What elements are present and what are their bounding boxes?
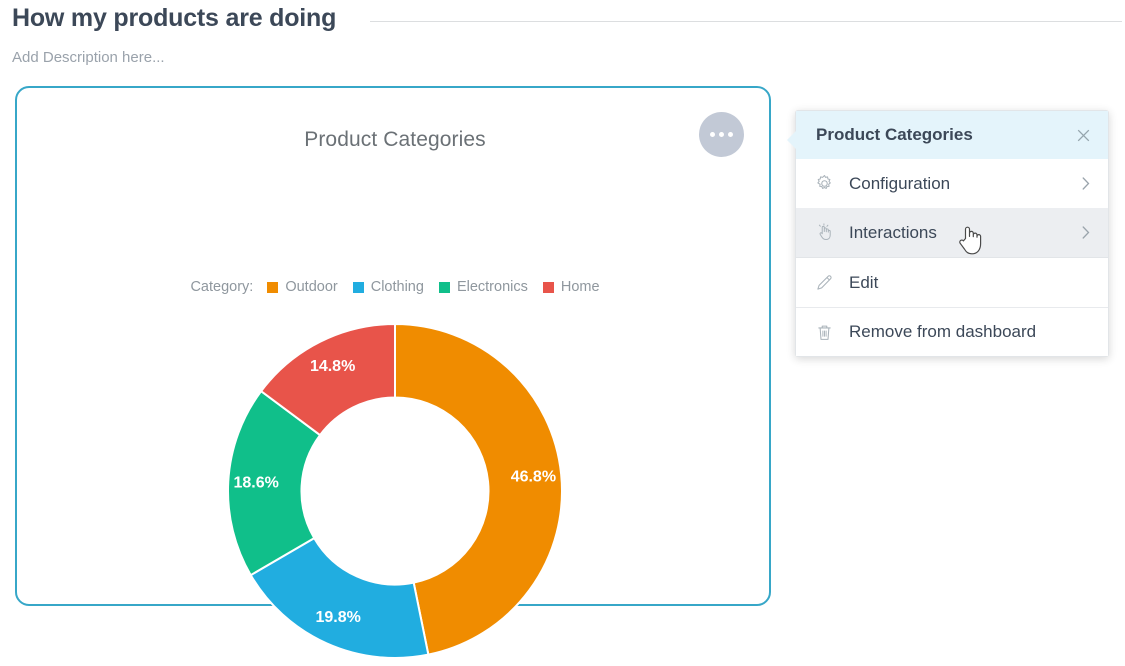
more-options-button[interactable]: [699, 112, 744, 157]
page-title: How my products are doing: [12, 4, 336, 33]
pencil-icon: [810, 273, 838, 292]
ellipsis-dot: [728, 132, 733, 137]
menu-label-interactions: Interactions: [849, 223, 1080, 243]
menu-label-remove-from-dashboard: Remove from dashboard: [849, 322, 1080, 342]
menu-label-edit: Edit: [849, 273, 1080, 293]
popup-pointer-arrow: [787, 131, 796, 149]
menu-item-remove-from-dashboard[interactable]: Remove from dashboard: [796, 307, 1108, 356]
page-description[interactable]: Add Description here...: [12, 49, 165, 66]
donut-slice-outdoor[interactable]: [395, 324, 562, 655]
donut-chart: 46.8% 19.8% 18.6% 14.8%: [17, 316, 773, 666]
legend-swatch-electronics: [439, 282, 450, 293]
close-icon[interactable]: [1072, 124, 1094, 146]
chevron-right-icon: [1080, 177, 1092, 190]
popup-header: Product Categories: [796, 111, 1108, 159]
donut-slice-label-clothing: 19.8%: [315, 609, 360, 626]
legend-label-home: Home: [561, 279, 600, 295]
popup-menu-group-secondary: Edit Remove from dashboard: [796, 258, 1108, 356]
legend-item-home[interactable]: Home: [543, 279, 600, 295]
donut-slice-label-electronics: 18.6%: [233, 474, 278, 491]
page-header: How my products are doing Add Descriptio…: [0, 0, 1125, 78]
donut-chart-svg[interactable]: 46.8% 19.8% 18.6% 14.8%: [220, 316, 570, 666]
legend-item-outdoor[interactable]: Outdoor: [267, 279, 337, 295]
chart-title: Product Categories: [17, 128, 773, 152]
legend-item-electronics[interactable]: Electronics: [439, 279, 528, 295]
dashboard-card: Product Categories Category: Outdoor Clo…: [15, 86, 771, 606]
legend-title: Category:: [190, 279, 253, 295]
legend-label-clothing: Clothing: [371, 279, 424, 295]
menu-item-edit[interactable]: Edit: [796, 258, 1108, 307]
hand-pointer-icon: [810, 223, 838, 242]
widget-options-popup: Product Categories Configuration: [795, 110, 1109, 357]
legend-item-clothing[interactable]: Clothing: [353, 279, 424, 295]
trash-icon: [810, 323, 838, 342]
gear-icon: [810, 174, 838, 193]
popup-title: Product Categories: [816, 125, 1072, 145]
popup-menu-group-primary: Configuration Interactions: [796, 159, 1108, 258]
chevron-right-icon: [1080, 226, 1092, 239]
donut-slice-label-home: 14.8%: [310, 358, 355, 375]
menu-item-interactions[interactable]: Interactions: [796, 208, 1108, 257]
legend-swatch-outdoor: [267, 282, 278, 293]
menu-item-configuration[interactable]: Configuration: [796, 159, 1108, 208]
ellipsis-dot: [719, 132, 724, 137]
legend-label-electronics: Electronics: [457, 279, 528, 295]
legend-label-outdoor: Outdoor: [285, 279, 337, 295]
chart-legend: Category: Outdoor Clothing Electronics H…: [17, 279, 773, 295]
legend-swatch-clothing: [353, 282, 364, 293]
legend-swatch-home: [543, 282, 554, 293]
header-divider: [370, 21, 1122, 22]
menu-label-configuration: Configuration: [849, 174, 1080, 194]
donut-slice-label-outdoor: 46.8%: [511, 468, 556, 485]
ellipsis-dot: [710, 132, 715, 137]
